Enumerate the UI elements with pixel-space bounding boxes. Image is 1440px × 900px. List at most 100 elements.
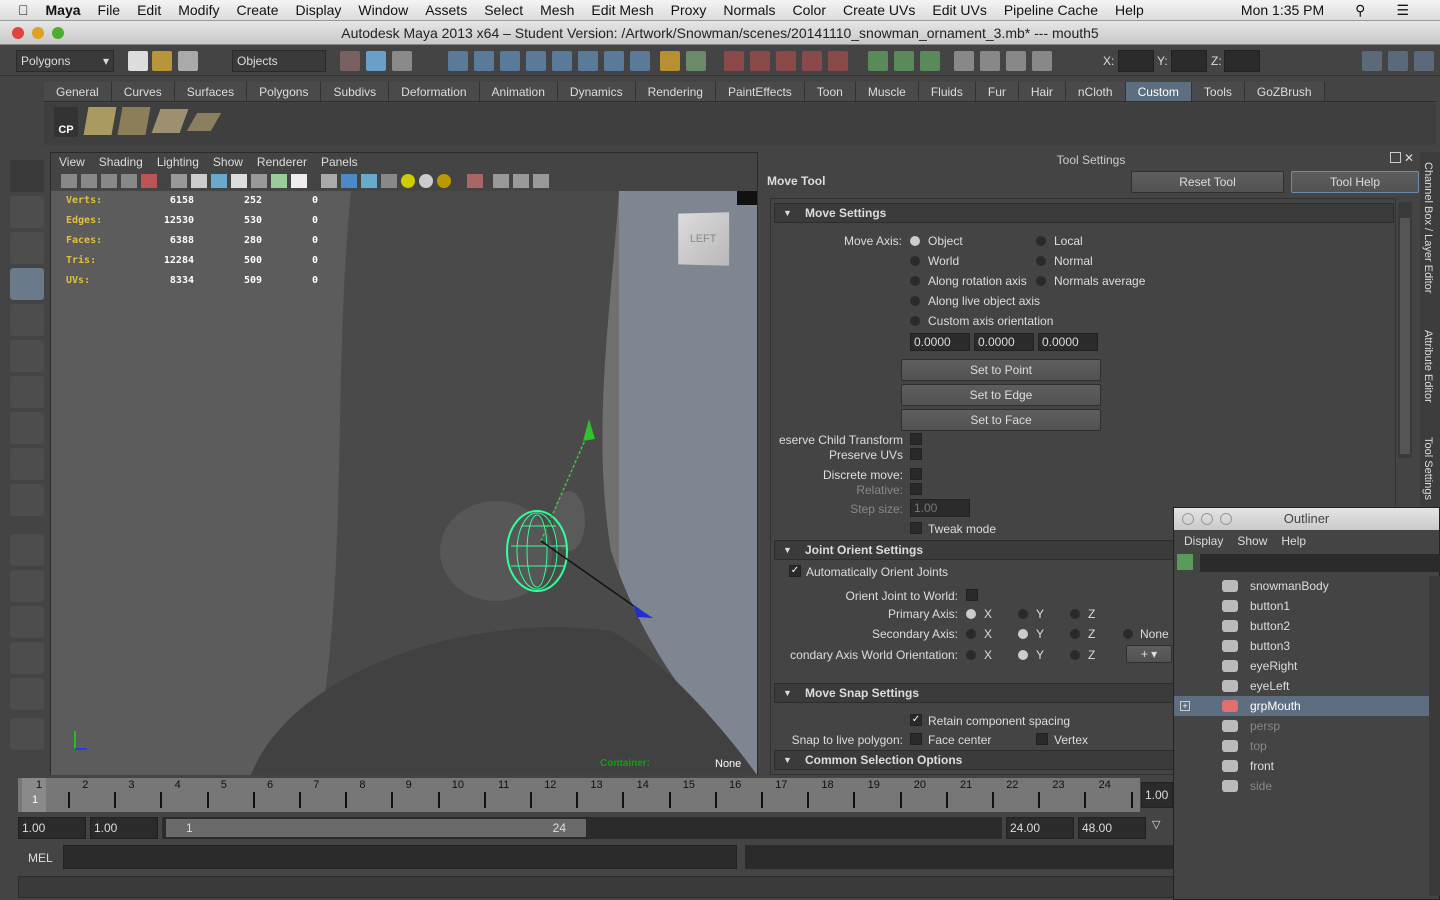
auto-orient-checkbox[interactable]: ✓ (789, 565, 801, 577)
shade-all-icon[interactable] (211, 174, 227, 188)
tool-help-button[interactable]: Tool Help (1291, 171, 1419, 193)
snap-curve-icon[interactable] (474, 51, 494, 71)
end-time-field[interactable]: 48.00 (1078, 817, 1146, 839)
single-perspective-layout-icon[interactable] (10, 534, 44, 566)
range-options-icon[interactable]: ▽ (1152, 818, 1160, 831)
list-icon[interactable]: ☰ (1396, 2, 1409, 19)
move-axis-radio-object[interactable] (910, 236, 920, 246)
render-view-icon[interactable] (868, 51, 888, 71)
outliner-layout-icon[interactable] (10, 606, 44, 638)
uv-tool-icon[interactable] (83, 107, 117, 135)
world-axis-radio-z[interactable] (1070, 650, 1080, 660)
set-to-point-button[interactable]: Set to Point (901, 359, 1101, 381)
snap-grid-icon[interactable] (448, 51, 468, 71)
smooth-shade-icon[interactable] (191, 174, 207, 188)
menu-assets[interactable]: Assets (425, 2, 467, 18)
paint-select-tool-icon[interactable] (10, 232, 44, 264)
snap-surface-icon[interactable] (552, 51, 572, 71)
menu-select[interactable]: Select (484, 2, 523, 18)
primary-axis-radio-y[interactable] (1018, 609, 1028, 619)
uv-planar-icon[interactable] (151, 109, 189, 133)
uv-cut-icon[interactable] (186, 113, 222, 131)
command-language-label[interactable]: MEL (28, 851, 53, 865)
textured-icon[interactable] (231, 174, 247, 188)
attribute-editor-toggle-icon[interactable] (1388, 51, 1408, 71)
menu-help[interactable]: Help (1115, 2, 1144, 18)
menu-maya[interactable]: Maya (46, 2, 81, 18)
camera-icon[interactable] (61, 174, 77, 188)
render-icon[interactable] (828, 51, 848, 71)
expand-icon[interactable]: + (1180, 701, 1190, 711)
outliner-item[interactable]: persp (1174, 716, 1429, 736)
graph-layout-icon[interactable] (10, 642, 44, 674)
apple-icon[interactable]:  (18, 2, 29, 18)
xray-active-icon[interactable] (361, 174, 377, 188)
snap-particle-icon[interactable] (604, 51, 624, 71)
zoom-button[interactable] (52, 27, 64, 39)
xray-joints-icon[interactable] (341, 174, 357, 188)
scrollbar[interactable] (1398, 202, 1412, 458)
new-scene-icon[interactable] (128, 51, 148, 71)
move-axis-radio-custom-axis-orientation[interactable] (910, 316, 920, 326)
outliner-item[interactable]: side (1174, 776, 1429, 796)
vertex-checkbox[interactable] (1036, 733, 1048, 745)
outliner-search-input[interactable] (1200, 554, 1440, 572)
retain-spacing-checkbox[interactable]: ✓ (910, 714, 922, 726)
tab-tool-settings[interactable]: Tool Settings (1422, 437, 1434, 500)
secondary-axis-radio-x[interactable] (966, 629, 976, 639)
outliner-item[interactable]: snowmanBody (1174, 576, 1429, 596)
world-axis-radio-x[interactable] (966, 650, 976, 660)
primary-axis-radio-x[interactable] (966, 609, 976, 619)
last-tool-icon[interactable] (10, 484, 44, 516)
channel-box-toggle-icon[interactable] (1362, 51, 1382, 71)
history-icon[interactable] (724, 51, 744, 71)
open-scene-icon[interactable] (152, 51, 172, 71)
outliner-menu-display[interactable]: Display (1184, 534, 1223, 548)
paint-icon[interactable] (1006, 51, 1026, 71)
select-object-icon[interactable] (366, 51, 386, 71)
shaded-sphere-icon[interactable] (419, 174, 433, 188)
snap-live-icon[interactable] (578, 51, 598, 71)
shelf-tab-subdivs[interactable]: Subdivs (321, 82, 390, 101)
universal-manipulator-icon[interactable] (10, 376, 44, 408)
shelf-tab-polygons[interactable]: Polygons (247, 82, 322, 101)
menu-pipeline-cache[interactable]: Pipeline Cache (1004, 2, 1098, 18)
shelf-tab-fluids[interactable]: Fluids (918, 82, 976, 101)
outliner-item[interactable]: + grpMouth (1174, 696, 1429, 716)
menu-edit-uvs[interactable]: Edit UVs (932, 2, 986, 18)
isolate-icon[interactable] (467, 174, 483, 188)
shelf-tab-custom[interactable]: Custom (1125, 82, 1192, 101)
move-axis-radio-normal[interactable] (1036, 256, 1046, 266)
attr-icon[interactable] (1032, 51, 1052, 71)
outliner-item[interactable]: button2 (1174, 616, 1429, 636)
uv-lattice-icon[interactable] (117, 107, 151, 135)
shelf-tab-curves[interactable]: Curves (111, 82, 175, 101)
menu-file[interactable]: File (98, 2, 121, 18)
menu-color[interactable]: Color (793, 2, 826, 18)
lights-icon[interactable] (251, 174, 267, 188)
3d-viewport[interactable]: Verts: 6158 252 0 Edges: 12530 530 0 Faces: 6388 2… (51, 191, 757, 775)
viewport-menu-shading[interactable]: Shading (99, 153, 143, 171)
outliner-menu-help[interactable]: Help (1281, 534, 1306, 548)
relative-checkbox[interactable] (910, 483, 922, 495)
time-slider[interactable]: 1 1 2 3 4 5 6 7 8 9 10 11 12 13 14 15 16 17 18 19 20 21 22 23 2… (18, 778, 1140, 812)
shelf-tab-toon[interactable]: Toon (804, 82, 856, 101)
snap-point-icon[interactable] (500, 51, 520, 71)
menu-modify[interactable]: Modify (178, 2, 219, 18)
show-manipulator-icon[interactable] (10, 448, 44, 480)
share-icon[interactable] (533, 174, 549, 188)
shelf-tab-painteffects[interactable]: PaintEffects (715, 82, 805, 101)
output-ops-icon[interactable] (776, 51, 796, 71)
close-button[interactable] (12, 27, 24, 39)
custom-axis-y[interactable]: 0.0000 (974, 333, 1034, 351)
menu-create[interactable]: Create (236, 2, 278, 18)
shelf-tab-general[interactable]: General (44, 82, 112, 101)
close-button[interactable] (1182, 513, 1194, 525)
search-icon[interactable]: ⚲ (1355, 2, 1365, 19)
rotate-tool-icon[interactable] (10, 304, 44, 336)
set-to-edge-button[interactable]: Set to Edge (901, 384, 1101, 406)
outliner-filter-icon[interactable] (1177, 554, 1193, 570)
secondary-axis-radio-y[interactable] (1018, 629, 1028, 639)
menu-mesh[interactable]: Mesh (540, 2, 574, 18)
playback-end-field[interactable]: 24.00 (1006, 817, 1074, 839)
